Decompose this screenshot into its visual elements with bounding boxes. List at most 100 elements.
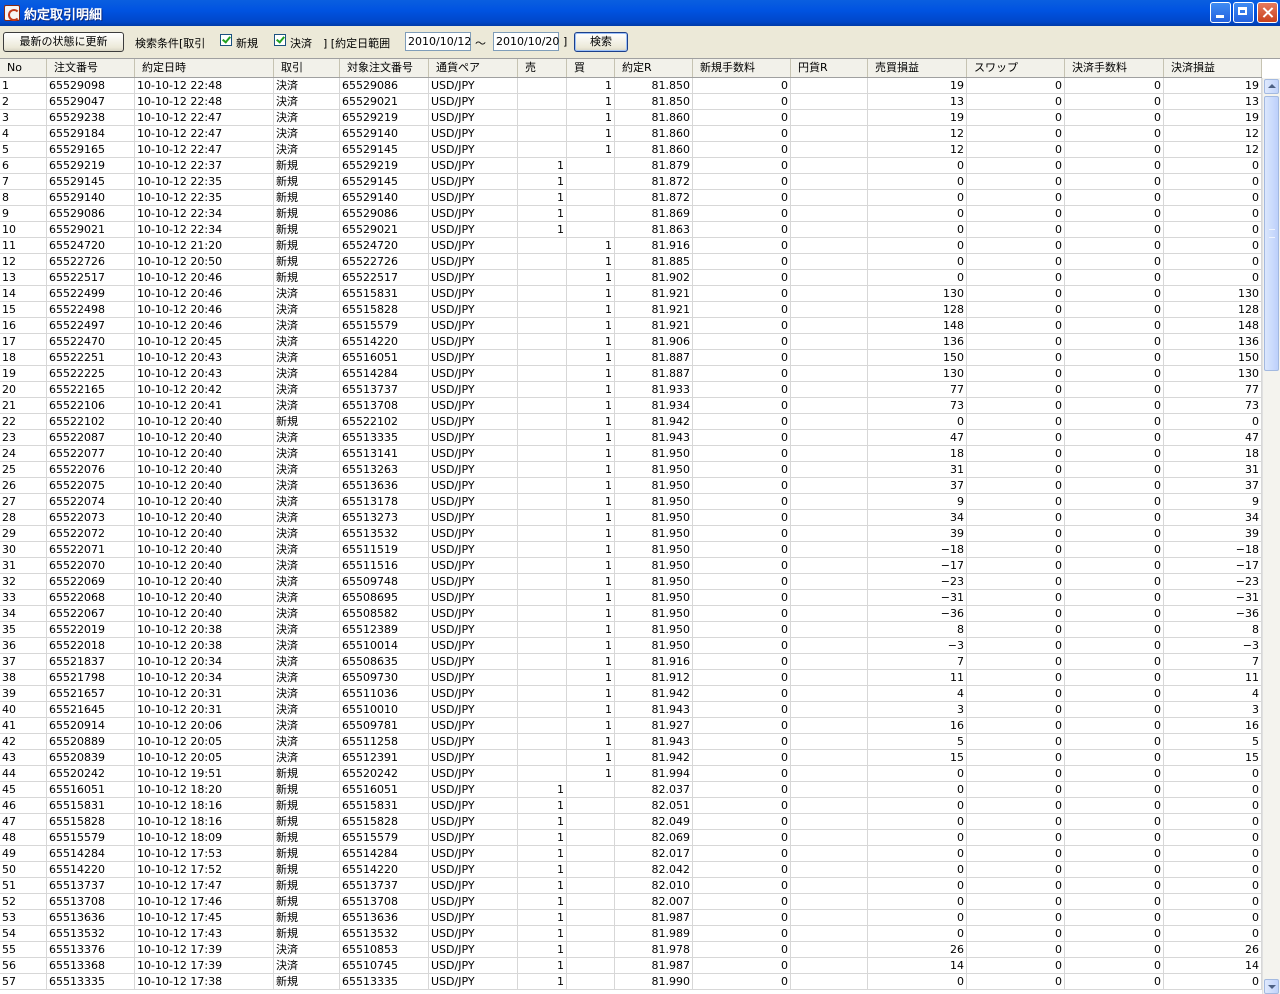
- header-no[interactable]: No: [0, 59, 47, 77]
- maximize-button[interactable]: [1233, 2, 1254, 23]
- table-cell: 65529219: [340, 110, 429, 125]
- table-row[interactable]: 29 65522072 10-10-12 20:40 決済 65513532 USD/JP…: [0, 526, 1262, 542]
- table-row[interactable]: 20 65522165 10-10-12 20:42 決済 65513737 USD/JP…: [0, 382, 1262, 398]
- table-cell: 新規: [274, 894, 340, 909]
- table-row[interactable]: 9 65529086 10-10-12 22:34 新規 65529086 USD/JPY…: [0, 206, 1262, 222]
- header-target-order-no[interactable]: 対象注文番号: [340, 59, 429, 77]
- table-row[interactable]: 46 65515831 10-10-12 18:16 新規 65515831 USD/JP…: [0, 798, 1262, 814]
- table-row[interactable]: 24 65522077 10-10-12 20:40 決済 65513141 USD/JP…: [0, 446, 1262, 462]
- table-row[interactable]: 30 65522071 10-10-12 20:40 決済 65511519 USD/JP…: [0, 542, 1262, 558]
- header-trade-pl[interactable]: 売買損益: [868, 59, 967, 77]
- settle-checkbox-label[interactable]: 決済: [290, 35, 312, 51]
- table-row[interactable]: 25 65522076 10-10-12 20:40 決済 65513263 USD/JP…: [0, 462, 1262, 478]
- table-row[interactable]: 21 65522106 10-10-12 20:41 決済 65513708 USD/JP…: [0, 398, 1262, 414]
- table-row[interactable]: 50 65514220 10-10-12 17:52 新規 65514220 USD/JP…: [0, 862, 1262, 878]
- table-row[interactable]: 54 65513532 10-10-12 17:43 新規 65513532 USD/JP…: [0, 926, 1262, 942]
- app-icon[interactable]: [4, 5, 20, 21]
- new-checkbox[interactable]: [220, 34, 232, 46]
- new-checkbox-label[interactable]: 新規: [236, 35, 258, 51]
- table-row[interactable]: 41 65520914 10-10-12 20:06 決済 65509781 USD/JP…: [0, 718, 1262, 734]
- table-row[interactable]: 57 65513335 10-10-12 17:38 新規 65513335 USD/JP…: [0, 974, 1262, 990]
- table-row[interactable]: 45 65516051 10-10-12 18:20 新規 65516051 USD/JP…: [0, 782, 1262, 798]
- header-exec-rate[interactable]: 約定R: [615, 59, 693, 77]
- table-row[interactable]: 7 65529145 10-10-12 22:35 新規 65529145 USD/JPY…: [0, 174, 1262, 190]
- table-row[interactable]: 55 65513376 10-10-12 17:39 決済 65510853 USD/JP…: [0, 942, 1262, 958]
- table-row[interactable]: 6 65529219 10-10-12 22:37 新規 65529219 USD/JPY…: [0, 158, 1262, 174]
- table-cell: [518, 78, 567, 93]
- table-row[interactable]: 2 65529047 10-10-12 22:48 決済 65529021 USD/JPY…: [0, 94, 1262, 110]
- vertical-scrollbar[interactable]: [1262, 78, 1280, 994]
- date-from-field[interactable]: 2010/10/12: [405, 32, 471, 51]
- table-row[interactable]: 19 65522225 10-10-12 20:43 決済 65514284 USD/JP…: [0, 366, 1262, 382]
- minimize-button[interactable]: [1210, 2, 1231, 23]
- table-row[interactable]: 35 65522019 10-10-12 20:38 決済 65512389 USD/JP…: [0, 622, 1262, 638]
- table-row[interactable]: 12 65522726 10-10-12 20:50 新規 65522726 USD/JP…: [0, 254, 1262, 270]
- table-row[interactable]: 17 65522470 10-10-12 20:45 決済 65514220 USD/JP…: [0, 334, 1262, 350]
- header-new-fee[interactable]: 新規手数料: [693, 59, 791, 77]
- table-row[interactable]: 51 65513737 10-10-12 17:47 新規 65513737 USD/JP…: [0, 878, 1262, 894]
- header-settle-pl[interactable]: 決済損益: [1164, 59, 1262, 77]
- settle-checkbox[interactable]: [274, 34, 286, 46]
- table-row[interactable]: 52 65513708 10-10-12 17:46 新規 65513708 USD/JP…: [0, 894, 1262, 910]
- table-row[interactable]: 4 65529184 10-10-12 22:47 決済 65529140 USD/JPY…: [0, 126, 1262, 142]
- table-row[interactable]: 26 65522075 10-10-12 20:40 決済 65513636 USD/JP…: [0, 478, 1262, 494]
- search-button[interactable]: 検索: [574, 32, 628, 52]
- table-cell: 10-10-12 20:46: [135, 318, 274, 333]
- table-row[interactable]: 27 65522074 10-10-12 20:40 決済 65513178 USD/JP…: [0, 494, 1262, 510]
- table-cell: USD/JPY: [429, 878, 518, 893]
- header-sell[interactable]: 売: [518, 59, 567, 77]
- table-row[interactable]: 5 65529165 10-10-12 22:47 決済 65529145 USD/JPY…: [0, 142, 1262, 158]
- scroll-thumb[interactable]: [1264, 96, 1279, 371]
- close-button[interactable]: [1257, 2, 1278, 23]
- table-row[interactable]: 16 65522497 10-10-12 20:46 決済 65515579 USD/JP…: [0, 318, 1262, 334]
- table-row[interactable]: 47 65515828 10-10-12 18:16 新規 65515828 USD/JP…: [0, 814, 1262, 830]
- table-row[interactable]: 38 65521798 10-10-12 20:34 決済 65509730 USD/JP…: [0, 670, 1262, 686]
- table-cell: 65522102: [47, 414, 135, 429]
- table-row[interactable]: 10 65529021 10-10-12 22:34 新規 65529021 USD/JP…: [0, 222, 1262, 238]
- header-order-no[interactable]: 注文番号: [47, 59, 135, 77]
- table-row[interactable]: 34 65522067 10-10-12 20:40 決済 65508582 USD/JP…: [0, 606, 1262, 622]
- table-row[interactable]: 36 65522018 10-10-12 20:38 決済 65510014 USD/JP…: [0, 638, 1262, 654]
- table-cell: [567, 958, 615, 973]
- table-row[interactable]: 53 65513636 10-10-12 17:45 新規 65513636 USD/JP…: [0, 910, 1262, 926]
- table-cell: USD/JPY: [429, 830, 518, 845]
- header-exec-time[interactable]: 約定日時: [135, 59, 274, 77]
- table-row[interactable]: 40 65521645 10-10-12 20:31 決済 65510010 USD/JP…: [0, 702, 1262, 718]
- table-row[interactable]: 39 65521657 10-10-12 20:31 決済 65511036 USD/JP…: [0, 686, 1262, 702]
- table-row[interactable]: 11 65524720 10-10-12 21:20 新規 65524720 USD/JP…: [0, 238, 1262, 254]
- scroll-up-icon[interactable]: [1264, 79, 1279, 94]
- table-row[interactable]: 3 65529238 10-10-12 22:47 決済 65529219 USD/JPY…: [0, 110, 1262, 126]
- table-row[interactable]: 22 65522102 10-10-12 20:40 新規 65522102 USD/JP…: [0, 414, 1262, 430]
- refresh-button[interactable]: 最新の状態に更新: [3, 32, 124, 52]
- table-row[interactable]: 49 65514284 10-10-12 17:53 新規 65514284 USD/JP…: [0, 846, 1262, 862]
- header-trade-type[interactable]: 取引: [274, 59, 340, 77]
- date-to-field[interactable]: 2010/10/20: [493, 32, 559, 51]
- table-row[interactable]: 32 65522069 10-10-12 20:40 決済 65509748 USD/JP…: [0, 574, 1262, 590]
- table-row[interactable]: 31 65522070 10-10-12 20:40 決済 65511516 USD/JP…: [0, 558, 1262, 574]
- table-row[interactable]: 15 65522498 10-10-12 20:46 決済 65515828 USD/JP…: [0, 302, 1262, 318]
- table-cell: 新規: [274, 222, 340, 237]
- header-swap[interactable]: スワップ: [967, 59, 1065, 77]
- header-buy[interactable]: 買: [567, 59, 615, 77]
- table-row[interactable]: 56 65513368 10-10-12 17:39 決済 65510745 USD/JP…: [0, 958, 1262, 974]
- header-currency-pair[interactable]: 通貨ペア: [429, 59, 518, 77]
- table-cell: 0: [1065, 462, 1164, 477]
- table-row[interactable]: 44 65520242 10-10-12 19:51 新規 65520242 USD/JP…: [0, 766, 1262, 782]
- table-row[interactable]: 14 65522499 10-10-12 20:46 決済 65515831 USD/JP…: [0, 286, 1262, 302]
- table-row[interactable]: 8 65529140 10-10-12 22:35 新規 65529140 USD/JPY…: [0, 190, 1262, 206]
- table-row[interactable]: 13 65522517 10-10-12 20:46 新規 65522517 USD/JP…: [0, 270, 1262, 286]
- table-cell: [518, 766, 567, 781]
- table-row[interactable]: 1 65529098 10-10-12 22:48 決済 65529086 USD/JPY…: [0, 78, 1262, 94]
- table-row[interactable]: 42 65520889 10-10-12 20:05 決済 65511258 USD/JP…: [0, 734, 1262, 750]
- table-row[interactable]: 23 65522087 10-10-12 20:40 決済 65513335 USD/JP…: [0, 430, 1262, 446]
- table-row[interactable]: 48 65515579 10-10-12 18:09 新規 65515579 USD/JP…: [0, 830, 1262, 846]
- table-cell: 65515828: [340, 814, 429, 829]
- header-settle-fee[interactable]: 決済手数料: [1065, 59, 1164, 77]
- scroll-down-icon[interactable]: [1264, 979, 1279, 994]
- table-row[interactable]: 18 65522251 10-10-12 20:43 決済 65516051 USD/JP…: [0, 350, 1262, 366]
- header-yen-rate[interactable]: 円貨R: [791, 59, 868, 77]
- table-row[interactable]: 43 65520839 10-10-12 20:05 決済 65512391 USD/JP…: [0, 750, 1262, 766]
- table-row[interactable]: 33 65522068 10-10-12 20:40 決済 65508695 USD/JP…: [0, 590, 1262, 606]
- table-row[interactable]: 37 65521837 10-10-12 20:34 決済 65508635 USD/JP…: [0, 654, 1262, 670]
- table-row[interactable]: 28 65522073 10-10-12 20:40 決済 65513273 USD/JP…: [0, 510, 1262, 526]
